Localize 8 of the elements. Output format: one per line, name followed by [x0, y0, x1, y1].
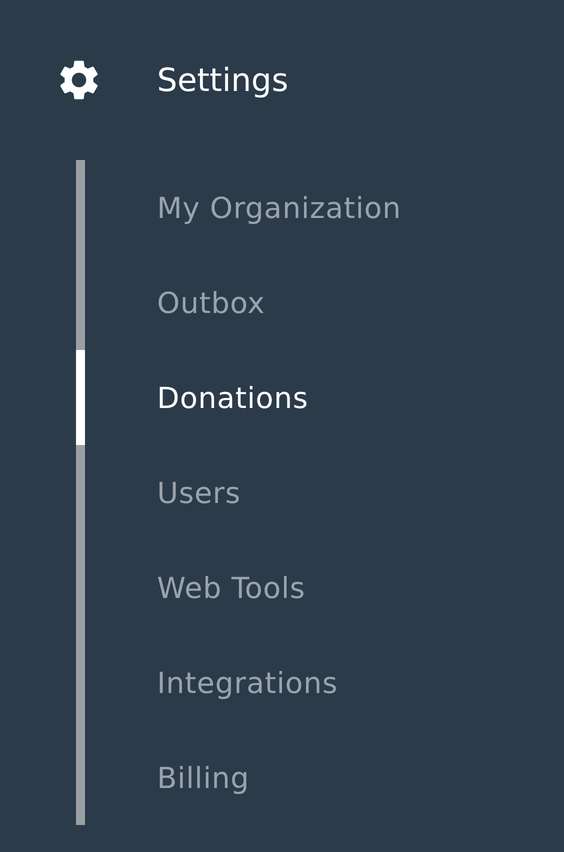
menu-item[interactable]: Users — [157, 476, 241, 510]
menu-item[interactable]: Web Tools — [157, 570, 306, 604]
settings-title: Settings — [157, 61, 288, 99]
menu-item[interactable]: Billing — [157, 760, 250, 794]
menu-item[interactable]: Donations — [157, 380, 308, 414]
menu-item[interactable]: Outbox — [157, 286, 265, 320]
menu-item[interactable]: My Organization — [157, 190, 402, 224]
menu-item[interactable]: Integrations — [157, 666, 338, 700]
